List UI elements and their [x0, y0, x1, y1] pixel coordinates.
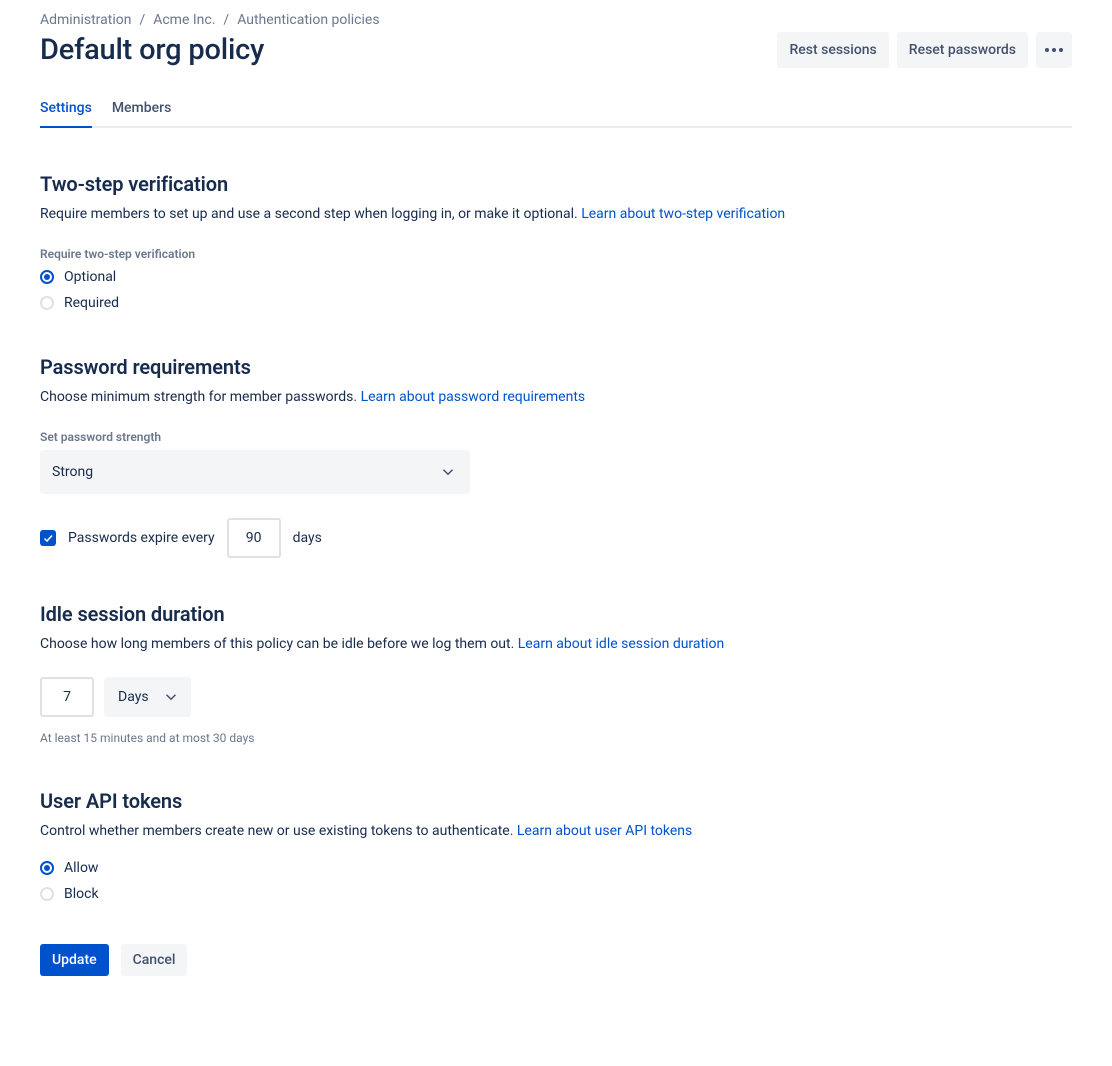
chevron-down-icon	[438, 462, 458, 482]
password-learn-link[interactable]: Learn about password requirements	[361, 389, 586, 405]
tabs: Settings Members	[40, 92, 1072, 128]
password-expire-checkbox[interactable]	[40, 530, 56, 546]
idle-learn-link[interactable]: Learn about idle session duration	[518, 636, 724, 652]
section-tokens: User API tokens Control whether members …	[40, 789, 1072, 902]
idle-duration-row: Days	[40, 677, 1072, 717]
tokens-block-label: Block	[64, 886, 99, 902]
radio-checked-icon	[40, 270, 54, 284]
two-step-field-label: Require two-step verification	[40, 247, 1072, 261]
two-step-optional-label: Optional	[64, 269, 116, 285]
password-desc: Choose minimum strength for member passw…	[40, 387, 1072, 408]
tokens-heading: User API tokens	[40, 789, 1072, 813]
password-expire-days-input[interactable]	[227, 518, 281, 558]
cancel-button[interactable]: Cancel	[121, 944, 188, 976]
two-step-desc: Require members to set up and use a seco…	[40, 204, 1072, 225]
breadcrumb-administration[interactable]: Administration	[40, 12, 131, 28]
password-heading: Password requirements	[40, 355, 1072, 379]
tokens-allow-label: Allow	[64, 860, 98, 876]
password-strength-label: Set password strength	[40, 430, 1072, 444]
page-title: Default org policy	[40, 33, 264, 67]
more-horizontal-icon	[1045, 48, 1063, 52]
section-idle: Idle session duration Choose how long me…	[40, 602, 1072, 745]
breadcrumb-auth-policies[interactable]: Authentication policies	[237, 12, 379, 28]
password-desc-text: Choose minimum strength for member passw…	[40, 389, 361, 405]
update-button[interactable]: Update	[40, 944, 109, 976]
radio-checked-icon	[40, 861, 54, 875]
breadcrumb-separator: /	[139, 12, 145, 28]
reset-passwords-button[interactable]: Reset passwords	[897, 32, 1028, 68]
tokens-desc: Control whether members create new or us…	[40, 821, 1072, 842]
section-password: Password requirements Choose minimum str…	[40, 355, 1072, 558]
two-step-learn-link[interactable]: Learn about two-step verification	[581, 206, 785, 222]
rest-sessions-button[interactable]: Rest sessions	[777, 32, 888, 68]
footer-actions: Update Cancel	[40, 944, 1072, 976]
breadcrumb-org[interactable]: Acme Inc.	[153, 12, 215, 28]
idle-desc: Choose how long members of this policy c…	[40, 634, 1072, 655]
breadcrumb-separator: /	[223, 12, 229, 28]
two-step-required-label: Required	[64, 295, 119, 311]
tab-settings[interactable]: Settings	[40, 92, 92, 126]
password-strength-select[interactable]: Strong	[40, 450, 470, 494]
idle-unit-value: Days	[118, 689, 149, 705]
radio-unchecked-icon	[40, 887, 54, 901]
tokens-radio-group: Allow Block	[40, 860, 1072, 902]
idle-desc-text: Choose how long members of this policy c…	[40, 636, 518, 652]
check-icon	[42, 532, 54, 544]
breadcrumb: Administration / Acme Inc. / Authenticat…	[40, 12, 1072, 28]
tab-members[interactable]: Members	[112, 92, 171, 126]
password-expire-label-pre: Passwords expire every	[68, 530, 215, 546]
tokens-allow-row[interactable]: Allow	[40, 860, 1072, 876]
tokens-block-row[interactable]: Block	[40, 886, 1072, 902]
idle-helper-text: At least 15 minutes and at most 30 days	[40, 731, 1072, 745]
two-step-heading: Two-step verification	[40, 172, 1072, 196]
more-actions-button[interactable]	[1036, 32, 1072, 68]
two-step-desc-text: Require members to set up and use a seco…	[40, 206, 581, 222]
password-strength-value: Strong	[52, 464, 93, 480]
header-actions: Rest sessions Reset passwords	[777, 32, 1072, 68]
idle-heading: Idle session duration	[40, 602, 1072, 626]
idle-duration-input[interactable]	[40, 677, 94, 717]
password-expire-label-post: days	[293, 530, 322, 546]
tokens-desc-text: Control whether members create new or us…	[40, 823, 517, 839]
chevron-down-icon	[161, 687, 181, 707]
two-step-radio-group: Optional Required	[40, 269, 1072, 311]
two-step-required-row[interactable]: Required	[40, 295, 1072, 311]
idle-unit-select[interactable]: Days	[104, 677, 191, 717]
radio-unchecked-icon	[40, 296, 54, 310]
tokens-learn-link[interactable]: Learn about user API tokens	[517, 823, 692, 839]
two-step-optional-row[interactable]: Optional	[40, 269, 1072, 285]
section-two-step: Two-step verification Require members to…	[40, 172, 1072, 311]
password-expire-row: Passwords expire every days	[40, 518, 1072, 558]
